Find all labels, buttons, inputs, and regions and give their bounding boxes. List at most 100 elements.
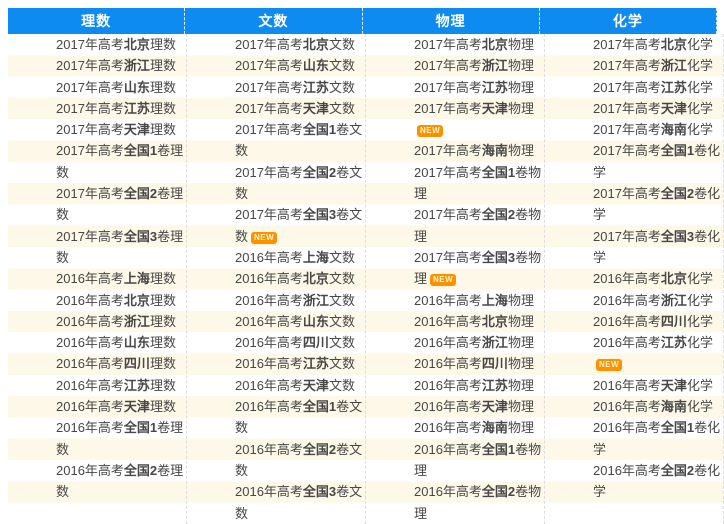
exam-link[interactable]: 2017年高考山东文数 xyxy=(235,55,365,76)
exam-link[interactable]: 2016年高考天津化学 xyxy=(593,375,723,396)
exam-link[interactable]: 2016年高考天津理数 xyxy=(56,396,186,417)
exam-link[interactable]: 2017年高考全国3卷化学 xyxy=(593,226,723,269)
exam-subject-label: 物理 xyxy=(508,356,534,371)
list-item: 2016年高考四川化学 xyxy=(545,311,723,332)
exam-link[interactable]: 2017年高考北京文数 xyxy=(235,34,365,55)
exam-link[interactable]: 2017年高考浙江物理 xyxy=(414,55,544,76)
exam-year-label: 2016年高考 xyxy=(593,463,661,478)
exam-link[interactable]: 2017年高考全国2卷物理 xyxy=(414,204,544,247)
exam-year-label: 2017年高考 xyxy=(593,101,661,116)
list-item: 2016年高考四川理数 xyxy=(8,353,186,374)
tab-arts-math[interactable]: 文数 xyxy=(185,8,362,34)
exam-link[interactable]: 2017年高考天津理数 xyxy=(56,119,186,140)
exam-link[interactable]: 2017年高考海南物理 xyxy=(414,140,544,161)
exam-subject-label: 文数 xyxy=(329,101,355,116)
exam-link[interactable]: 2016年高考全国2卷理数 xyxy=(56,460,186,503)
list-item: 2017年高考天津文数 xyxy=(187,98,365,119)
exam-link[interactable]: 2017年高考北京理数 xyxy=(56,34,186,55)
exam-link[interactable]: 2016年高考全国1卷理数 xyxy=(56,417,186,460)
exam-link[interactable]: 2016年高考北京文数 xyxy=(235,268,365,289)
exam-link[interactable]: 2017年高考全国3卷理数 xyxy=(56,226,186,269)
exam-link[interactable]: 2016年高考全国1卷物理 xyxy=(414,439,544,482)
exam-link[interactable]: 2016年高考北京化学 xyxy=(593,268,723,289)
column-physics: 2017年高考北京物理2017年高考浙江物理2017年高考江苏物理2017年高考… xyxy=(366,34,545,524)
exam-link[interactable]: 2016年高考江苏文数 xyxy=(235,353,365,374)
exam-link[interactable]: 2016年高考全国1卷化学 xyxy=(593,417,723,460)
exam-link[interactable]: 2017年高考全国1卷化学 xyxy=(593,140,723,183)
list-item: 2016年高考北京理数 xyxy=(8,290,186,311)
exam-link[interactable]: 2017年高考全国1卷物理 xyxy=(414,162,544,205)
exam-link[interactable]: 2016年高考全国2卷化学 xyxy=(593,460,723,503)
exam-link[interactable]: 2016年高考江苏理数 xyxy=(56,375,186,396)
exam-year-label: 2017年高考 xyxy=(235,122,303,137)
exam-year-label: 2016年高考 xyxy=(414,314,482,329)
new-icon: NEW xyxy=(430,274,456,286)
exam-link[interactable]: 2016年高考浙江文数 xyxy=(235,290,365,311)
exam-link[interactable]: 2016年高考江苏物理 xyxy=(414,375,544,396)
exam-link[interactable]: 2016年高考天津物理 xyxy=(414,396,544,417)
exam-link[interactable]: 2016年高考浙江化学 xyxy=(593,290,723,311)
exam-link[interactable]: 2016年高考全国1卷文数 xyxy=(235,396,365,439)
exam-region-label: 全国1 xyxy=(482,165,515,180)
exam-link[interactable]: 2017年高考北京物理 xyxy=(414,34,544,55)
exam-link[interactable]: 2016年高考天津文数 xyxy=(235,375,365,396)
exam-link[interactable]: 2016年高考四川物理 xyxy=(414,353,544,374)
exam-link[interactable]: 2016年高考四川化学 xyxy=(593,311,723,332)
exam-year-label: 2016年高考 xyxy=(414,356,482,371)
exam-link[interactable]: 2016年高考上海文数 xyxy=(235,247,365,268)
exam-year-label: 2016年高考 xyxy=(56,271,124,286)
exam-subject-label: 化学 xyxy=(687,314,713,329)
exam-link[interactable]: 2017年高考全国2卷化学 xyxy=(593,183,723,226)
exam-link[interactable]: 2016年高考北京物理 xyxy=(414,311,544,332)
exam-link[interactable]: 2017年高考江苏化学 xyxy=(593,77,723,98)
exam-link[interactable]: 2017年高考全国3卷物理NEW xyxy=(414,247,544,290)
exam-link[interactable]: 2016年高考江苏化学NEW xyxy=(593,332,723,375)
exam-link[interactable]: 2016年高考浙江理数 xyxy=(56,311,186,332)
exam-link[interactable]: 2016年高考山东理数 xyxy=(56,332,186,353)
exam-link[interactable]: 2017年高考天津化学 xyxy=(593,98,723,119)
tab-chemistry[interactable]: 化学 xyxy=(540,8,717,34)
exam-link[interactable]: 2017年高考浙江理数 xyxy=(56,55,186,76)
exam-link[interactable]: 2016年高考浙江物理 xyxy=(414,332,544,353)
exam-region-label: 天津 xyxy=(303,378,329,393)
exam-year-label: 2016年高考 xyxy=(235,293,303,308)
exam-region-label: 浙江 xyxy=(482,335,508,350)
exam-link[interactable]: 2016年高考山东文数 xyxy=(235,311,365,332)
exam-link[interactable]: 2017年高考全国2卷文数 xyxy=(235,162,365,205)
exam-link[interactable]: 2017年高考江苏文数 xyxy=(235,77,365,98)
list-item: 2017年高考江苏物理 xyxy=(366,77,544,98)
exam-link[interactable]: 2016年高考上海理数 xyxy=(56,268,186,289)
exam-link[interactable]: 2017年高考全国1卷文数 xyxy=(235,119,365,162)
list-item: 2016年高考浙江理数 xyxy=(8,311,186,332)
exam-link[interactable]: 2017年高考全国2卷理数 xyxy=(56,183,186,226)
exam-year-label: 2016年高考 xyxy=(56,293,124,308)
exam-link[interactable]: 2016年高考海南物理 xyxy=(414,417,544,438)
exam-link[interactable]: 2016年高考全国3卷文数 xyxy=(235,481,365,524)
exam-link[interactable]: 2017年高考北京化学 xyxy=(593,34,723,55)
exam-link[interactable]: 2017年高考天津物理NEW xyxy=(414,98,544,141)
tab-physics[interactable]: 物理 xyxy=(363,8,540,34)
exam-link[interactable]: 2016年高考全国2卷文数 xyxy=(235,439,365,482)
exam-link[interactable]: 2017年高考天津文数 xyxy=(235,98,365,119)
tab-science-math[interactable]: 理数 xyxy=(8,8,185,34)
exam-subject-label: 理数 xyxy=(150,37,176,52)
exam-link[interactable]: 2016年高考四川理数 xyxy=(56,353,186,374)
exam-year-label: 2017年高考 xyxy=(593,37,661,52)
column-science-math: 2017年高考北京理数2017年高考浙江理数2017年高考山东理数2017年高考… xyxy=(8,34,187,524)
exam-year-label: 2016年高考 xyxy=(56,463,124,478)
exam-link[interactable]: 2017年高考浙江化学 xyxy=(593,55,723,76)
exam-link[interactable]: 2016年高考北京理数 xyxy=(56,290,186,311)
exam-link[interactable]: 2017年高考全国3卷文数NEW xyxy=(235,204,365,247)
exam-link[interactable]: 2017年高考海南化学 xyxy=(593,119,723,140)
exam-link[interactable]: 2017年高考江苏物理 xyxy=(414,77,544,98)
exam-link[interactable]: 2016年高考全国2卷物理 xyxy=(414,481,544,524)
exam-link[interactable]: 2017年高考全国1卷理数 xyxy=(56,140,186,183)
exam-link[interactable]: 2016年高考四川文数 xyxy=(235,332,365,353)
exam-region-label: 天津 xyxy=(661,101,687,116)
list-item: 2016年高考山东理数 xyxy=(8,332,186,353)
list-item: 2016年高考上海物理 xyxy=(366,290,544,311)
exam-link[interactable]: 2016年高考海南化学 xyxy=(593,396,723,417)
exam-link[interactable]: 2017年高考山东理数 xyxy=(56,77,186,98)
exam-link[interactable]: 2016年高考上海物理 xyxy=(414,290,544,311)
exam-link[interactable]: 2017年高考江苏理数 xyxy=(56,98,186,119)
